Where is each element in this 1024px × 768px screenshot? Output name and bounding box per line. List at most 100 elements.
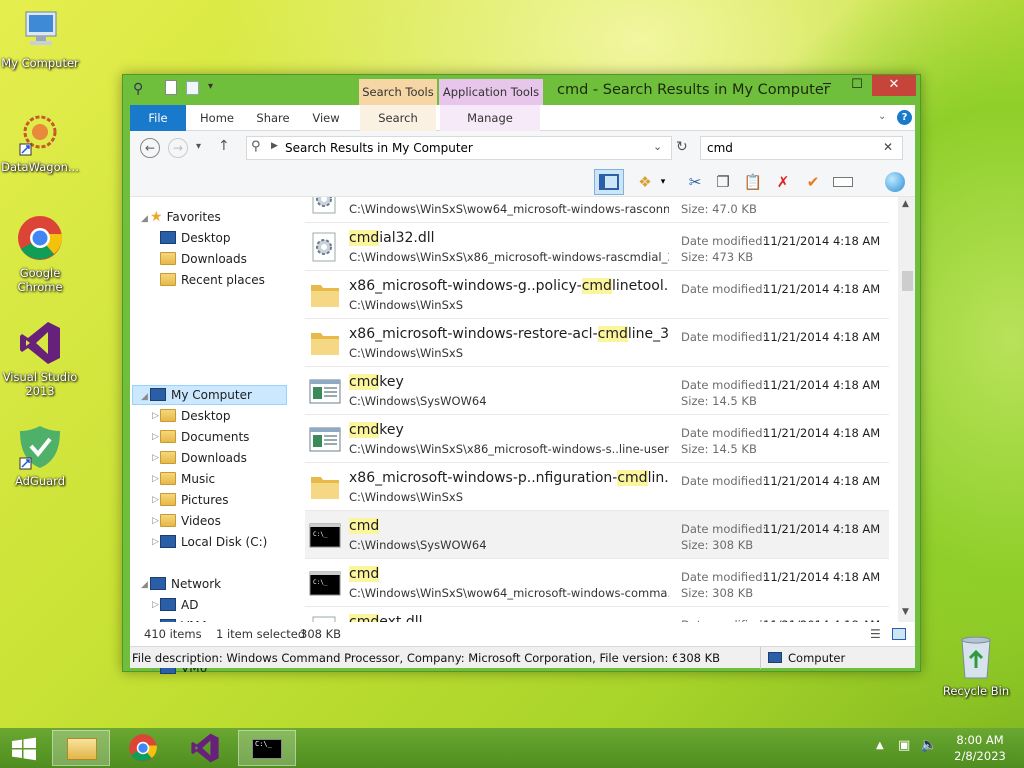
nav-pc-item[interactable]: Downloads <box>160 448 247 468</box>
expand-arrow-icon[interactable]: ▷ <box>152 495 159 505</box>
tab-view[interactable]: View <box>304 105 348 131</box>
expand-arrow-icon[interactable]: ▷ <box>152 474 159 484</box>
globe-icon[interactable] <box>882 169 908 195</box>
delete-icon[interactable]: ✗ <box>770 169 796 195</box>
breadcrumb-separator-icon: ▶ <box>271 141 278 151</box>
help-icon[interactable]: ? <box>897 110 912 125</box>
expand-arrow-icon[interactable]: ▷ <box>152 432 159 442</box>
tab-home[interactable]: Home <box>192 105 242 131</box>
vertical-scrollbar[interactable]: ▲ ▼ <box>898 197 915 622</box>
nav-network[interactable]: Network <box>150 574 221 594</box>
properties-folder-icon[interactable]: ❖ <box>632 169 658 195</box>
copy-icon[interactable]: ❐ <box>710 169 736 195</box>
tab-share[interactable]: Share <box>248 105 298 131</box>
file-row[interactable]: x86_microsoft-windows-p..nfiguration-cmd… <box>305 463 889 511</box>
tab-search[interactable]: Search <box>360 105 436 131</box>
expand-arrow-icon[interactable]: ▷ <box>152 411 159 421</box>
maximize-button[interactable]: ☐ <box>843 75 871 96</box>
nav-pc-item[interactable]: Music <box>160 469 215 489</box>
new-folder-icon[interactable] <box>186 81 199 95</box>
collapse-arrow-icon[interactable]: ◢ <box>141 580 148 590</box>
clear-search-icon[interactable]: ✕ <box>883 140 893 154</box>
nav-pc-item[interactable]: Videos <box>160 511 221 531</box>
customize-dropdown-icon[interactable]: ▾ <box>208 81 213 92</box>
nav-pc-item[interactable]: Desktop <box>160 406 231 426</box>
refresh-button[interactable]: ↻ <box>676 139 688 155</box>
folder-icon <box>160 493 176 506</box>
up-button[interactable]: ↑ <box>218 138 230 154</box>
file-row[interactable]: cmdkey C:\Windows\WinSxS\x86_microsoft-wi… <box>305 415 889 463</box>
view-options-dropdown-icon[interactable]: ▾ <box>656 169 670 195</box>
expand-ribbon-icon[interactable]: ⌄ <box>878 111 886 122</box>
file-row[interactable]: C:\Windows\WinSxS\wow64_microsoft-window… <box>305 197 889 223</box>
forward-button[interactable]: → <box>168 138 188 158</box>
large-icons-view-icon[interactable] <box>892 628 906 640</box>
title-bar[interactable]: ⚲ ▾ Search Tools Application Tools cmd -… <box>123 75 920 105</box>
search-value: cmd <box>707 141 733 155</box>
rename-icon[interactable] <box>830 169 856 195</box>
desktop-icon-my-computer[interactable]: My Computer <box>0 10 80 70</box>
date-modified: 11/21/2014 4:18 AM <box>763 234 881 248</box>
paste-icon[interactable]: 📋 <box>740 169 766 195</box>
date-modified: 11/21/2014 4:18 AM <box>763 426 881 440</box>
folder-icon <box>160 514 176 527</box>
scroll-down-icon[interactable]: ▼ <box>902 607 909 617</box>
expand-arrow-icon[interactable]: ▷ <box>152 516 159 526</box>
taskbar-cmd[interactable]: C:\_ <box>238 730 296 766</box>
tab-manage[interactable]: Manage <box>440 105 540 131</box>
file-row[interactable]: C:\_ cmd C:\Windows\WinSxS\wow64_microsoft… <box>305 559 889 607</box>
computer-icon <box>25 11 57 45</box>
recent-locations-icon[interactable]: ▾ <box>196 141 201 152</box>
file-row[interactable]: cmdext.dllDate modified:11/21/2014 4:18 … <box>305 607 889 622</box>
taskbar-file-explorer[interactable] <box>52 730 110 766</box>
close-button[interactable]: ✕ <box>872 75 916 96</box>
nav-label: Local Disk (C:) <box>181 535 268 549</box>
file-row[interactable]: cmdial32.dll C:\Windows\WinSxS\x86_micros… <box>305 223 889 271</box>
file-row[interactable]: cmdkey C:\Windows\SysWOW64 Date modified: 1… <box>305 367 889 415</box>
nav-my-computer[interactable]: My Computer <box>150 385 252 405</box>
properties-icon[interactable] <box>165 80 177 95</box>
search-input[interactable]: cmd ✕ <box>700 136 903 160</box>
expand-arrow-icon[interactable]: ▷ <box>152 600 159 610</box>
nav-fav-desktop[interactable]: Desktop <box>160 228 231 248</box>
checkmark-icon[interactable]: ✔ <box>800 169 826 195</box>
scroll-up-icon[interactable]: ▲ <box>902 199 909 209</box>
taskbar-chrome[interactable] <box>114 730 172 766</box>
collapse-arrow-icon[interactable]: ◢ <box>141 392 148 402</box>
desktop-icon-datawagon[interactable]: DataWagon... <box>0 112 80 174</box>
expand-arrow-icon[interactable]: ▷ <box>152 537 159 547</box>
preview-pane-icon[interactable] <box>594 169 624 195</box>
tab-file[interactable]: File <box>130 105 186 131</box>
minimize-button[interactable]: ─ <box>813 75 841 96</box>
nav-favorites[interactable]: ★ Favorites <box>150 207 221 227</box>
start-button[interactable] <box>10 737 38 761</box>
details-view-icon[interactable]: ☰ <box>870 627 881 641</box>
desktop-icon-recycle-bin[interactable]: Recycle Bin <box>936 632 1016 698</box>
collapse-arrow-icon[interactable]: ◢ <box>141 214 148 224</box>
taskbar-visual-studio[interactable] <box>176 730 234 766</box>
nav-pc-item[interactable]: Documents <box>160 427 249 447</box>
network-tray-icon[interactable]: ▣ <box>898 738 910 753</box>
nav-pc-item[interactable]: Local Disk (C:) <box>160 532 267 552</box>
nav-fav-downloads[interactable]: Downloads <box>160 249 247 269</box>
desktop-icon-adguard[interactable]: AdGuard <box>0 424 80 488</box>
nav-network-item[interactable]: AD <box>160 595 198 615</box>
show-hidden-icons-icon[interactable]: ▲ <box>876 740 884 751</box>
nav-pc-item[interactable]: Pictures <box>160 490 229 510</box>
file-row[interactable]: x86_microsoft-windows-restore-acl-cmdlin… <box>305 319 889 367</box>
desktop-icon-visual-studio[interactable]: Visual Studio 2013 <box>0 320 80 398</box>
expand-arrow-icon[interactable]: ▷ <box>152 453 159 463</box>
file-row[interactable]: C:\_ cmd C:\Windows\SysWOW64 Date modified:… <box>305 511 889 559</box>
clock[interactable]: 8:00 AM 2/8/2023 <box>950 732 1010 764</box>
scrollbar-thumb[interactable] <box>902 271 913 291</box>
nav-recent-places[interactable]: Recent places <box>160 270 265 290</box>
address-bar[interactable]: ⚲ ▶ Search Results in My Computer ⌄ <box>246 136 672 160</box>
address-dropdown-icon[interactable]: ⌄ <box>653 140 662 153</box>
desktop-icon-chrome[interactable]: Google Chrome <box>0 214 80 294</box>
address-path: Search Results in My Computer <box>285 141 473 155</box>
cut-icon[interactable]: ✂ <box>682 169 708 195</box>
file-row[interactable]: x86_microsoft-windows-g..policy-cmdlinet… <box>305 271 889 319</box>
back-button[interactable]: ← <box>140 138 160 158</box>
nav-label: Desktop <box>181 409 231 423</box>
volume-icon[interactable]: 🔈 <box>920 737 937 753</box>
